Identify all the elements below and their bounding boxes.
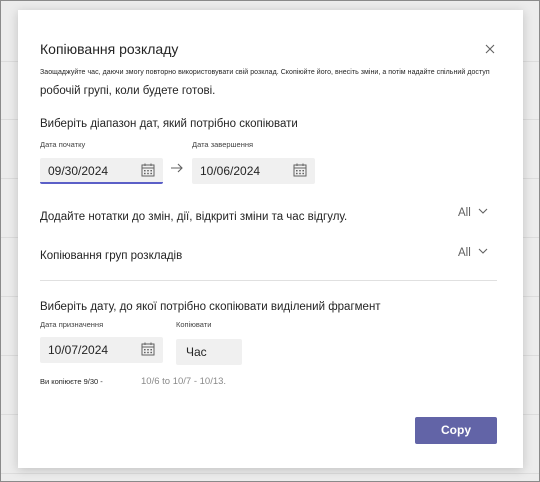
- chevron-down-icon: [478, 248, 488, 254]
- notes-selector[interactable]: All: [458, 207, 488, 219]
- copy-summary-range: 10/6 to 10/7 - 10/13.: [141, 376, 227, 387]
- dialog-description: Заощаджуйте час, даючи змогу повторно ви…: [40, 69, 490, 76]
- chevron-down-icon: [478, 208, 488, 214]
- end-date-value: 10/06/2024: [200, 164, 261, 178]
- close-button[interactable]: [482, 41, 498, 57]
- end-date-field[interactable]: 10/06/2024: [192, 158, 315, 184]
- notes-selector-value: All: [458, 207, 471, 219]
- copy-summary-prefix: Ви копіюєте 9/30 -: [40, 377, 103, 386]
- calendar-icon[interactable]: [141, 342, 155, 356]
- date-range-heading: Виберіть діапазон дат, який потрібно ско…: [40, 118, 298, 130]
- start-date-field[interactable]: 09/30/2024: [40, 158, 163, 184]
- copy-type-label: Копіювати: [176, 320, 212, 329]
- copy-type-dropdown[interactable]: Час: [176, 339, 242, 365]
- start-date-value: 09/30/2024: [48, 164, 109, 178]
- schedule-groups-label: Копіювання груп розкладів: [40, 250, 183, 262]
- backdrop-line: [1, 473, 539, 474]
- end-date-label: Дата завершення: [192, 140, 254, 149]
- calendar-icon[interactable]: [293, 163, 307, 177]
- target-date-heading: Виберіть дату, до якої потрібно скопіюва…: [40, 301, 381, 313]
- calendar-icon[interactable]: [141, 163, 155, 177]
- section-divider: [40, 280, 497, 281]
- target-date-field[interactable]: 10/07/2024: [40, 337, 163, 363]
- dialog-title: Копіювання розкладу: [40, 41, 179, 57]
- close-icon: [485, 44, 495, 54]
- copy-button[interactable]: Copy: [415, 417, 497, 444]
- dialog-description-continued: робочій групі, коли будете готові.: [40, 85, 216, 97]
- notes-option-label: Додайте нотатки до змін, дії, відкриті з…: [40, 211, 348, 223]
- target-date-value: 10/07/2024: [48, 343, 109, 357]
- copy-schedule-dialog: Копіювання розкладу Заощаджуйте час, даю…: [18, 10, 523, 468]
- copy-type-value: Час: [186, 345, 207, 359]
- target-date-label: Дата призначення: [40, 320, 104, 329]
- start-date-label: Дата початку: [40, 140, 86, 149]
- arrow-right-icon: [171, 163, 183, 173]
- schedule-groups-selector[interactable]: All: [458, 247, 488, 259]
- schedule-groups-selector-value: All: [458, 247, 471, 259]
